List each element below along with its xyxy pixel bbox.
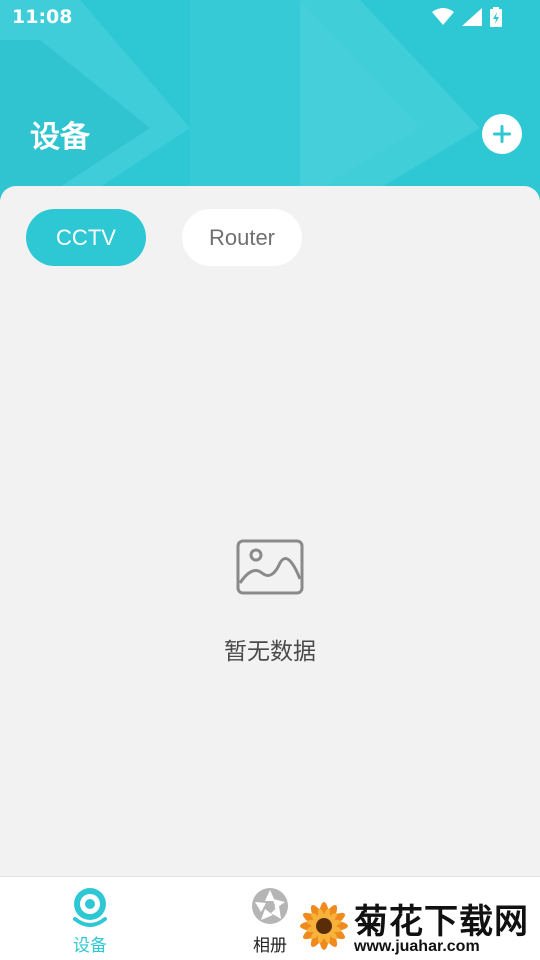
empty-state-text: 暂无数据 [224, 639, 316, 665]
status-time: 11:08 [12, 6, 73, 28]
battery-icon [490, 7, 502, 27]
aperture-icon [252, 888, 288, 924]
watermark-url: www.juahar.com [354, 938, 480, 955]
tab-cctv[interactable]: CCTV [26, 209, 146, 266]
wifi-icon [432, 8, 454, 25]
page-title: 设备 [30, 120, 90, 155]
nav-item-devices[interactable]: 设备 [30, 877, 150, 960]
plus-icon [493, 125, 511, 143]
nav-label-devices: 设备 [73, 936, 107, 956]
watermark: 菊花下载网 www.juahar.com [292, 890, 540, 960]
status-bar: 11:08 [0, 0, 540, 36]
tab-router[interactable]: Router [182, 209, 302, 266]
header: 11:08 设备 [0, 0, 540, 200]
signal-icon [462, 8, 482, 26]
camera-icon [73, 888, 107, 927]
content-panel: CCTV Router 暂无数据 [0, 186, 540, 876]
image-placeholder-icon [236, 539, 304, 595]
status-icons [432, 7, 502, 27]
add-device-button[interactable] [482, 114, 522, 154]
flower-logo-icon [300, 902, 348, 950]
watermark-title: 菊花下载网 [354, 902, 529, 942]
